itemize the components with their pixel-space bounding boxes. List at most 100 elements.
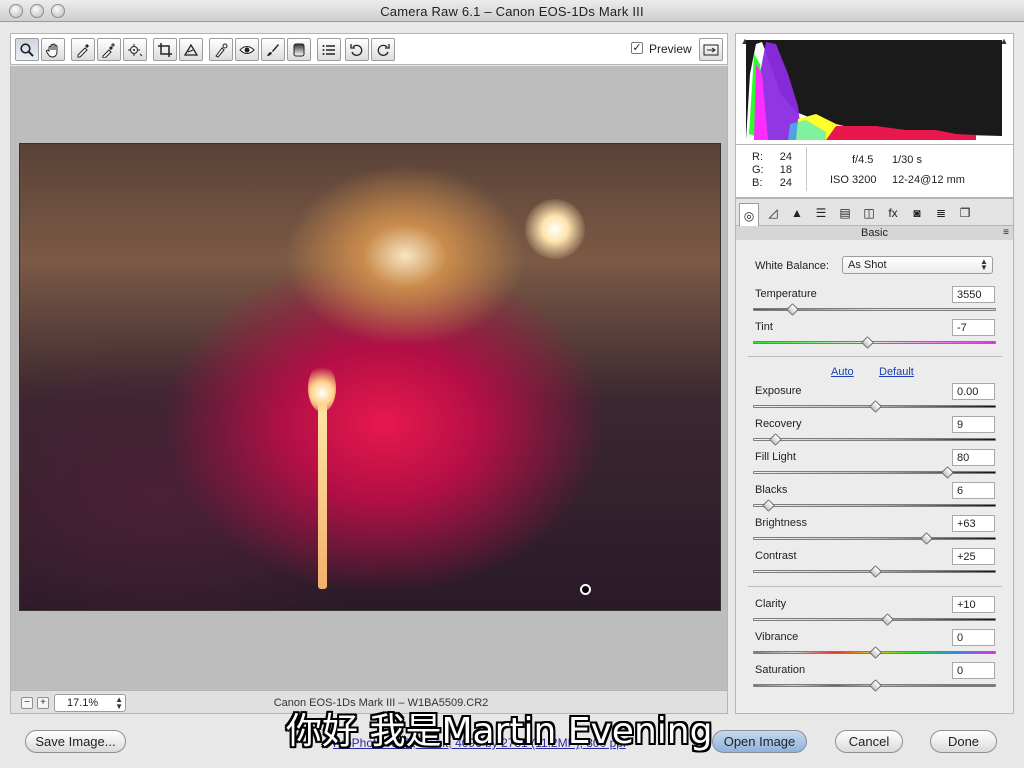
tint-label: Tint <box>755 321 773 333</box>
zoom-out-button[interactable]: − <box>21 697 33 709</box>
targeted-adjustment-tool-button[interactable] <box>123 38 147 61</box>
vibrance-label: Vibrance <box>755 631 799 643</box>
histogram-graph <box>746 40 1002 140</box>
hand-icon <box>45 43 58 58</box>
tab-detail[interactable]: ▲ <box>787 203 807 223</box>
preview-label: Preview <box>649 42 692 56</box>
blue-value: 24 <box>779 177 792 189</box>
recovery-slider-track[interactable] <box>753 438 996 441</box>
tab-snapshots[interactable]: ❐ <box>955 203 975 223</box>
blue-label: B: <box>752 177 763 189</box>
vibrance-slider-thumb[interactable] <box>868 646 882 659</box>
recovery-value-field[interactable]: 9 <box>952 416 995 433</box>
fill-light-value-field[interactable]: 80 <box>952 449 995 466</box>
white-balance-tool-button[interactable] <box>71 38 95 61</box>
color-sampler-cursor <box>580 584 591 595</box>
shutter-value: 1/30 s <box>892 154 922 166</box>
graduated-filter-tool-button[interactable] <box>287 38 311 61</box>
red-eye-tool-button[interactable] <box>235 38 259 61</box>
green-label: G: <box>752 164 764 176</box>
presets-icon: ≣ <box>935 206 947 220</box>
exposure-slider-thumb[interactable] <box>868 400 882 413</box>
spot-removal-tool-button[interactable] <box>209 38 233 61</box>
recovery-label: Recovery <box>755 418 802 430</box>
panel-menu-icon[interactable]: ≡ <box>1003 226 1009 240</box>
image-preview-area[interactable] <box>10 66 728 690</box>
blacks-slider-thumb[interactable] <box>761 499 775 512</box>
clarity-slider-track[interactable] <box>753 618 996 621</box>
vibrance-value-field[interactable]: 0 <box>952 629 995 646</box>
photo-light-glow <box>525 199 585 259</box>
tint-value-field[interactable]: -7 <box>952 319 995 336</box>
fill-light-slider-thumb[interactable] <box>941 466 955 479</box>
preferences-tool-button[interactable] <box>317 38 341 61</box>
brightness-slider-thumb[interactable] <box>919 532 933 545</box>
hand-tool-button[interactable] <box>41 38 65 61</box>
contrast-value-field[interactable]: +25 <box>952 548 995 565</box>
tools-toolbar: ✓ Preview <box>10 33 728 65</box>
tab-basic[interactable]: ◎ <box>739 203 759 227</box>
brightness-value-field[interactable]: +63 <box>952 515 995 532</box>
iso-value: ISO 3200 <box>830 174 877 186</box>
lens-value: 12-24@12 mm <box>892 174 965 186</box>
exposure-value-field[interactable]: 0.00 <box>952 383 995 400</box>
eyedropper-icon <box>77 43 89 57</box>
rgb-exif-readout: R: 24 G: 18 B: 24 f/4.5 1/30 s ISO 3200 … <box>735 145 1014 198</box>
zoom-in-button[interactable]: + <box>37 697 49 709</box>
cancel-button[interactable]: Cancel <box>835 730 903 753</box>
magnifier-icon <box>20 42 34 57</box>
tab-camera-calibration[interactable]: ◙ <box>907 203 927 223</box>
clarity-label: Clarity <box>755 598 787 610</box>
blacks-value-field[interactable]: 6 <box>952 482 995 499</box>
fill-light-slider-track[interactable] <box>753 471 996 474</box>
tab-tone-curve[interactable]: ◿ <box>763 203 783 223</box>
recovery-slider-thumb[interactable] <box>768 433 782 446</box>
temperature-slider-thumb[interactable] <box>786 303 799 316</box>
rotate-ccw-icon <box>350 43 363 56</box>
zoom-tool-button[interactable] <box>15 38 39 61</box>
auto-link[interactable]: Auto <box>831 366 854 378</box>
color-sampler-tool-button[interactable] <box>97 38 121 61</box>
tab-lens-corrections[interactable]: ◫ <box>859 203 879 223</box>
crop-tool-button[interactable] <box>153 38 177 61</box>
contrast-slider-thumb[interactable] <box>868 565 882 578</box>
camera-raw-window: Camera Raw 6.1 – Canon EOS-1Ds Mark III <box>0 0 1024 768</box>
tab-effects[interactable]: fx <box>883 203 903 223</box>
raw-photo-preview[interactable] <box>19 143 721 611</box>
open-image-button[interactable]: Open Image <box>712 730 807 753</box>
tone-curve-icon: ◿ <box>768 206 778 220</box>
preview-checkbox[interactable]: ✓ <box>631 42 643 54</box>
aperture-value: f/4.5 <box>852 154 874 166</box>
rotate-right-tool-button[interactable] <box>371 38 395 61</box>
lens-corrections-icon: ◫ <box>863 206 875 220</box>
saturation-value-field[interactable]: 0 <box>952 662 995 679</box>
rotate-left-tool-button[interactable] <box>345 38 369 61</box>
tab-hsl[interactable]: ☰ <box>811 203 831 223</box>
video-subtitle: 你好 我是Martin Evening <box>286 711 713 752</box>
white-balance-select[interactable]: As Shot ▲ ▼ <box>842 256 993 274</box>
tint-slider-track[interactable] <box>753 341 996 344</box>
saturation-slider-thumb[interactable] <box>868 679 882 692</box>
red-label: R: <box>752 151 763 163</box>
tab-split-toning[interactable]: ▤ <box>835 203 855 223</box>
red-eye-icon <box>239 45 255 54</box>
straighten-tool-button[interactable] <box>179 38 203 61</box>
detail-icon: ▲ <box>791 206 803 220</box>
target-adjust-icon <box>128 43 143 56</box>
clarity-value-field[interactable]: +10 <box>952 596 995 613</box>
basic-panel: White Balance: As Shot ▲ ▼ Auto Default T… <box>735 240 1014 714</box>
temperature-value-field[interactable]: 3550 <box>952 286 995 303</box>
blacks-slider-track[interactable] <box>753 504 996 507</box>
zoom-level-select[interactable]: 17.1% ▲ ▼ <box>54 694 126 712</box>
brightness-slider-track[interactable] <box>753 537 996 540</box>
tint-slider-thumb[interactable] <box>861 336 875 349</box>
blacks-label: Blacks <box>755 484 788 496</box>
save-image-button[interactable]: Save Image... <box>25 730 126 753</box>
fullscreen-toggle-button[interactable] <box>699 38 723 61</box>
adjustment-panel-tabs: ◎ ◿ ▲ ☰ ▤ ◫ fx ◙ ≣ ❐ <box>735 198 1014 227</box>
done-button[interactable]: Done <box>930 730 997 753</box>
default-link[interactable]: Default <box>879 366 914 378</box>
tab-presets[interactable]: ≣ <box>931 203 951 223</box>
clarity-slider-thumb[interactable] <box>880 613 894 626</box>
adjustment-brush-tool-button[interactable] <box>261 38 285 61</box>
